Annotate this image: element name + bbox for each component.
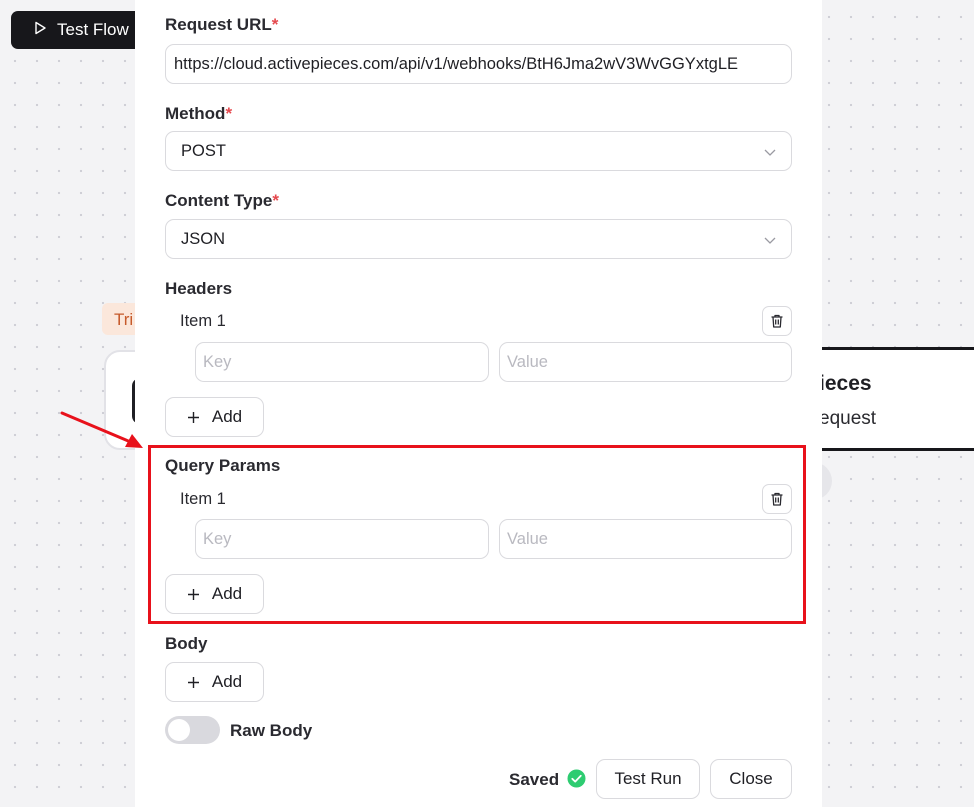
headers-item-label: Item 1	[180, 312, 226, 330]
request-url-input[interactable]: https://cloud.activepieces.com/api/v1/we…	[165, 44, 792, 84]
headers-add-label: Add	[211, 407, 243, 426]
body-add-button[interactable]: Add	[165, 662, 264, 702]
toggle-knob	[168, 719, 190, 741]
raw-body-label: Raw Body	[230, 721, 313, 740]
method-label: Method*	[165, 104, 233, 123]
annotation-arrow-icon	[60, 411, 143, 448]
request-url-value: https://cloud.activepieces.com/api/v1/we…	[174, 54, 739, 73]
method-select[interactable]: POST	[165, 131, 792, 171]
saved-status: Saved	[509, 770, 560, 789]
trash-icon	[771, 314, 783, 328]
close-button[interactable]: Close	[710, 759, 792, 799]
headers-delete-item-button[interactable]	[762, 306, 792, 336]
test-run-button[interactable]: Test Run	[596, 759, 700, 799]
content-type-label: Content Type*	[165, 191, 279, 210]
content-type-value: JSON	[181, 229, 226, 248]
request-url-label: Request URL*	[165, 15, 279, 34]
play-icon	[33, 20, 47, 40]
step-settings-panel: Request URL* https://cloud.activepieces.…	[135, 0, 822, 807]
body-label: Body	[165, 634, 208, 653]
check-circle-icon	[567, 769, 586, 788]
chevron-down-icon	[764, 149, 776, 156]
headers-label: Headers	[165, 279, 233, 298]
step-node-subtitle: equest	[819, 408, 877, 429]
chevron-down-icon	[764, 237, 776, 244]
headers-key-input[interactable]	[195, 342, 489, 382]
test-flow-label: Test Flow	[57, 20, 129, 39]
plus-icon	[187, 411, 199, 423]
method-value: POST	[181, 141, 226, 160]
step-node-title: ieces	[819, 372, 872, 395]
plus-icon	[187, 676, 199, 688]
body-add-label: Add	[211, 672, 243, 691]
query-params-highlight	[148, 445, 806, 624]
raw-body-toggle[interactable]	[165, 716, 220, 744]
content-type-select[interactable]: JSON	[165, 219, 792, 259]
headers-add-button[interactable]: Add	[165, 397, 264, 437]
headers-value-input[interactable]	[499, 342, 792, 382]
